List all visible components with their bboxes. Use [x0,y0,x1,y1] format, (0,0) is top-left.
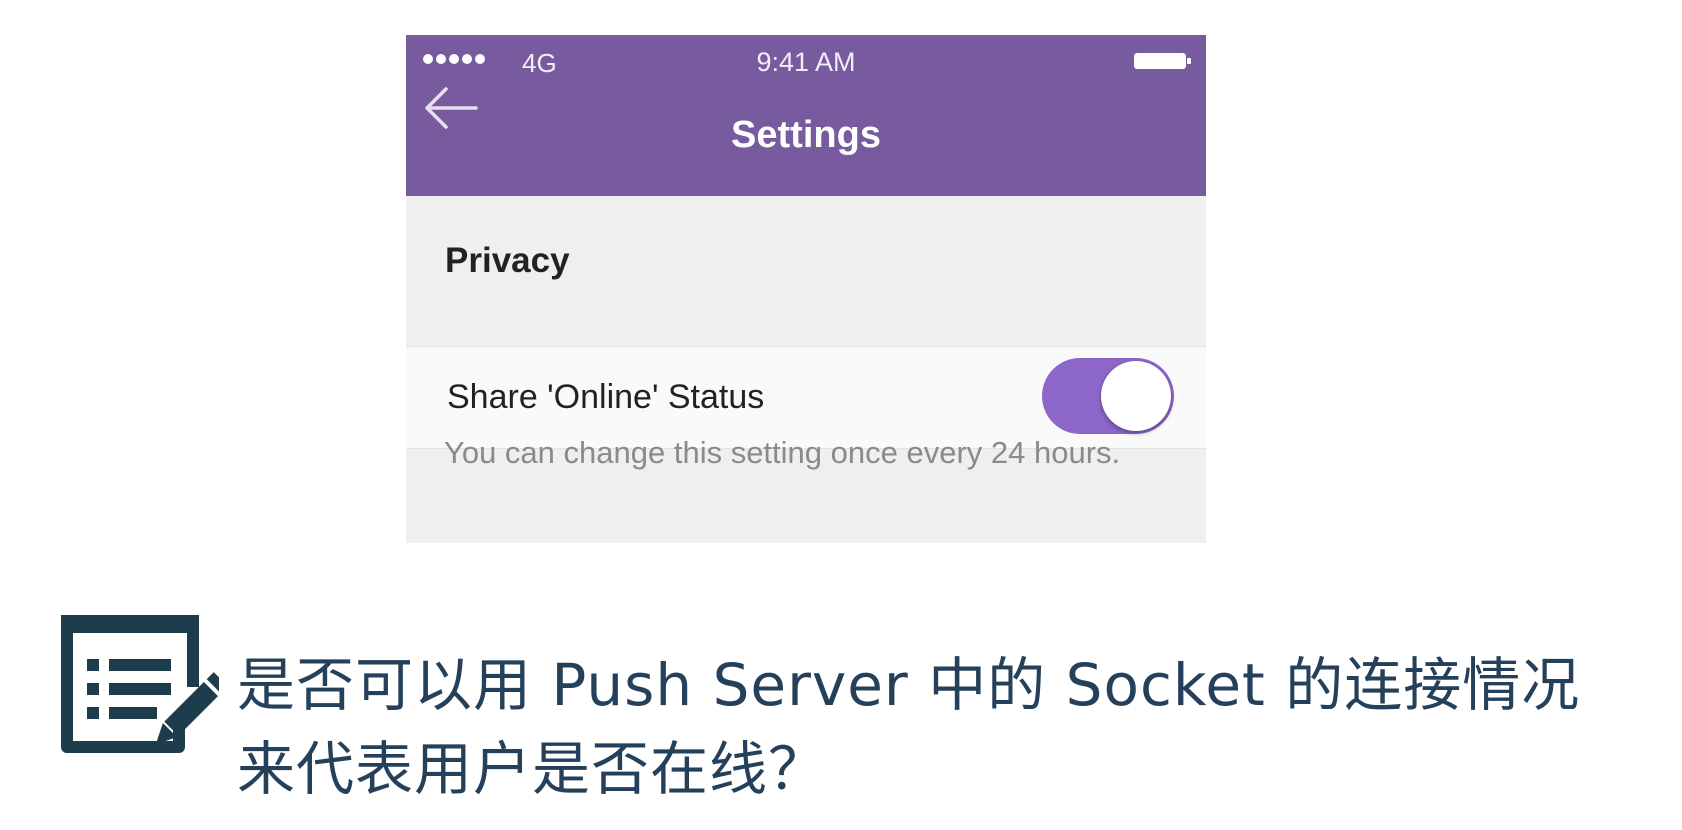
phone-screen: 4G 9:41 AM Settings Privacy Share 'Onlin… [406,35,1206,543]
section-title-privacy: Privacy [445,241,570,280]
page-title: Settings [731,114,881,156]
toggle-knob [1101,361,1171,431]
online-status-toggle[interactable] [1042,358,1174,434]
battery-full-icon [1134,53,1191,69]
setting-footer-note: You can change this setting once every 2… [444,435,1121,470]
note-edit-icon [61,615,219,753]
setting-label: Share 'Online' Status [447,378,765,416]
nav-header: 4G 9:41 AM Settings [406,35,1206,196]
question-line-2: 来代表用户是否在线？ [237,735,828,803]
status-bar: 4G 9:41 AM [406,35,1206,91]
question-text: 是否可以用 Push Server 中的 Socket 的连接情况 来代表用户是… [237,643,1677,811]
status-time: 9:41 AM [756,47,856,77]
slide: 4G 9:41 AM Settings Privacy Share 'Onlin… [0,0,1682,830]
question-line-1: 是否可以用 Push Server 中的 Socket 的连接情况 [237,651,1581,719]
